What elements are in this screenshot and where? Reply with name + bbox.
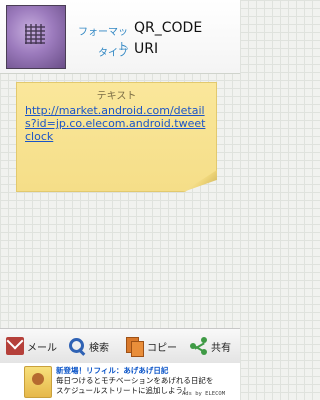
- ad-banner[interactable]: 新登場！リフィル：あげあげ日記 毎日つけるとモチベーションをあげれる日記を スケ…: [0, 363, 240, 400]
- ad-headline: 新登場！リフィル：あげあげ日記: [56, 366, 169, 375]
- copy-icon: [126, 337, 144, 357]
- share-button[interactable]: 共有: [190, 329, 236, 363]
- mail-button[interactable]: メール: [6, 329, 62, 363]
- type-label: タイプ: [98, 48, 128, 59]
- search-icon: [68, 337, 86, 355]
- share-label: 共有: [211, 343, 231, 354]
- format-value: QR_CODE: [134, 20, 203, 36]
- result-link[interactable]: http://market.android.com/details?id=jp.…: [25, 104, 211, 143]
- copy-button[interactable]: コピー: [126, 329, 182, 363]
- barcode-info-header: フォーマット QR_CODE タイプ URI: [0, 0, 240, 74]
- action-toolbar: メール 検索 コピー 共有: [0, 328, 240, 364]
- ad-text-line-1: 毎日つけるとモチベーションをあげれる日記を: [56, 376, 214, 385]
- mail-icon: [6, 337, 24, 355]
- search-button[interactable]: 検索: [68, 329, 118, 363]
- ad-text-line-2: スケジュールストリートに追加しよう！: [56, 386, 191, 395]
- note-title: テキスト: [96, 91, 137, 102]
- share-icon: [190, 337, 208, 355]
- copy-label: コピー: [147, 343, 177, 354]
- ad-image: [24, 366, 52, 398]
- type-value: URI: [134, 41, 159, 57]
- search-label: 検索: [89, 343, 109, 354]
- mail-label: メール: [27, 343, 57, 354]
- text-note: テキスト http://market.android.com/details?i…: [16, 82, 217, 192]
- ad-attribution: Ads by ELECOM: [182, 391, 226, 397]
- barcode-thumbnail: [6, 5, 66, 69]
